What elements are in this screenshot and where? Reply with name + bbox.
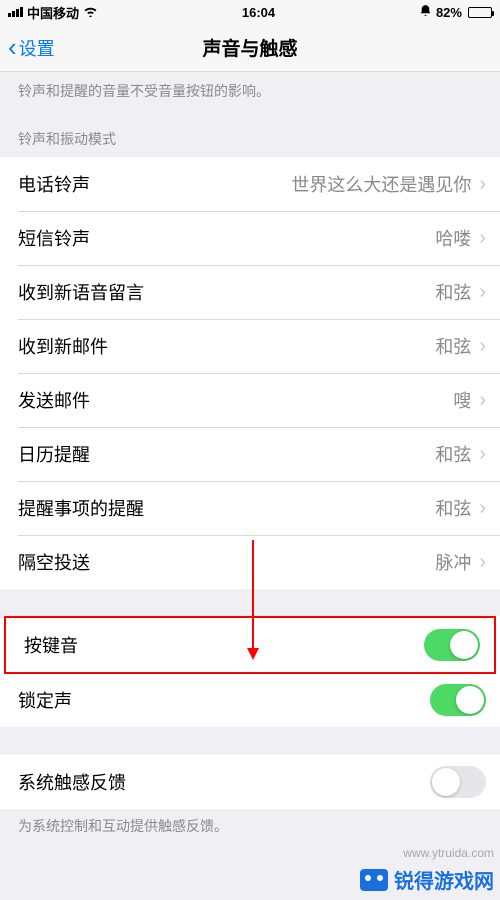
cell-label: 系统触感反馈: [18, 769, 126, 795]
row-voicemail[interactable]: 收到新语音留言 和弦 ›: [0, 265, 500, 319]
alarm-icon: [419, 4, 432, 20]
chevron-right-icon: ›: [479, 173, 486, 196]
annotation-highlight: 按键音: [4, 616, 496, 674]
chevron-left-icon: ‹: [8, 34, 17, 60]
cell-label: 电话铃声: [18, 171, 90, 197]
sounds-toggle-group: 按键音 锁定声: [0, 616, 500, 727]
signal-icon: [8, 7, 23, 17]
nav-bar: ‹ 设置 声音与触感: [0, 24, 500, 72]
row-sent-mail[interactable]: 发送邮件 嗖 ›: [0, 373, 500, 427]
chevron-right-icon: ›: [479, 335, 486, 358]
cell-value: 世界这么大还是遇见你: [291, 171, 471, 197]
cell-value: 和弦: [435, 333, 471, 359]
chevron-right-icon: ›: [479, 227, 486, 250]
chevron-right-icon: ›: [479, 497, 486, 520]
row-calendar-alert[interactable]: 日历提醒 和弦 ›: [0, 427, 500, 481]
wifi-icon: [83, 5, 98, 20]
toggle-system-haptics[interactable]: [430, 766, 486, 798]
row-reminder-alert[interactable]: 提醒事项的提醒 和弦 ›: [0, 481, 500, 535]
ringtone-group: 电话铃声 世界这么大还是遇见你 › 短信铃声 哈喽 › 收到新语音留言 和弦 ›…: [0, 157, 500, 589]
row-airdrop[interactable]: 隔空投送 脉冲 ›: [0, 535, 500, 589]
cell-value: 和弦: [435, 495, 471, 521]
battery-icon: [466, 7, 492, 18]
back-button[interactable]: ‹ 设置: [8, 35, 55, 61]
haptics-footer: 为系统控制和互动提供触感反馈。: [0, 809, 500, 855]
back-label: 设置: [19, 35, 55, 61]
row-text-tone[interactable]: 短信铃声 哈喽 ›: [0, 211, 500, 265]
section-header-ringtone: 铃声和振动模式: [0, 120, 500, 158]
cell-value: 脉冲: [435, 549, 471, 575]
cell-value: 和弦: [435, 279, 471, 305]
row-keyboard-clicks: 按键音: [6, 618, 494, 672]
row-lock-sound: 锁定声: [0, 673, 500, 727]
cell-value: 和弦: [435, 441, 471, 467]
row-phone-ringtone[interactable]: 电话铃声 世界这么大还是遇见你 ›: [0, 157, 500, 211]
section-note: 铃声和提醒的音量不受音量按钮的影响。: [0, 72, 500, 120]
clock: 16:04: [242, 5, 275, 20]
content-scroll[interactable]: 铃声和提醒的音量不受音量按钮的影响。 铃声和振动模式 电话铃声 世界这么大还是遇…: [0, 72, 500, 900]
status-bar: 中国移动 16:04 82%: [0, 0, 500, 24]
cell-label: 短信铃声: [18, 225, 90, 251]
cell-label: 提醒事项的提醒: [18, 495, 144, 521]
row-new-mail[interactable]: 收到新邮件 和弦 ›: [0, 319, 500, 373]
chevron-right-icon: ›: [479, 281, 486, 304]
cell-label: 收到新语音留言: [18, 279, 144, 305]
cell-label: 锁定声: [18, 687, 72, 713]
row-system-haptics: 系统触感反馈: [0, 755, 500, 809]
chevron-right-icon: ›: [479, 551, 486, 574]
toggle-keyboard-clicks[interactable]: [424, 629, 480, 661]
carrier-label: 中国移动: [27, 3, 79, 22]
cell-label: 收到新邮件: [18, 333, 108, 359]
chevron-right-icon: ›: [479, 443, 486, 466]
cell-value: 哈喽: [435, 225, 471, 251]
cell-label: 按键音: [24, 632, 78, 658]
cell-label: 日历提醒: [18, 441, 90, 467]
chevron-right-icon: ›: [479, 389, 486, 412]
cell-label: 发送邮件: [18, 387, 90, 413]
toggle-lock-sound[interactable]: [430, 684, 486, 716]
cell-label: 隔空投送: [18, 549, 90, 575]
cell-value: 嗖: [453, 387, 471, 413]
page-title: 声音与触感: [202, 34, 297, 61]
battery-percent: 82%: [436, 5, 462, 20]
haptics-group: 系统触感反馈: [0, 755, 500, 809]
